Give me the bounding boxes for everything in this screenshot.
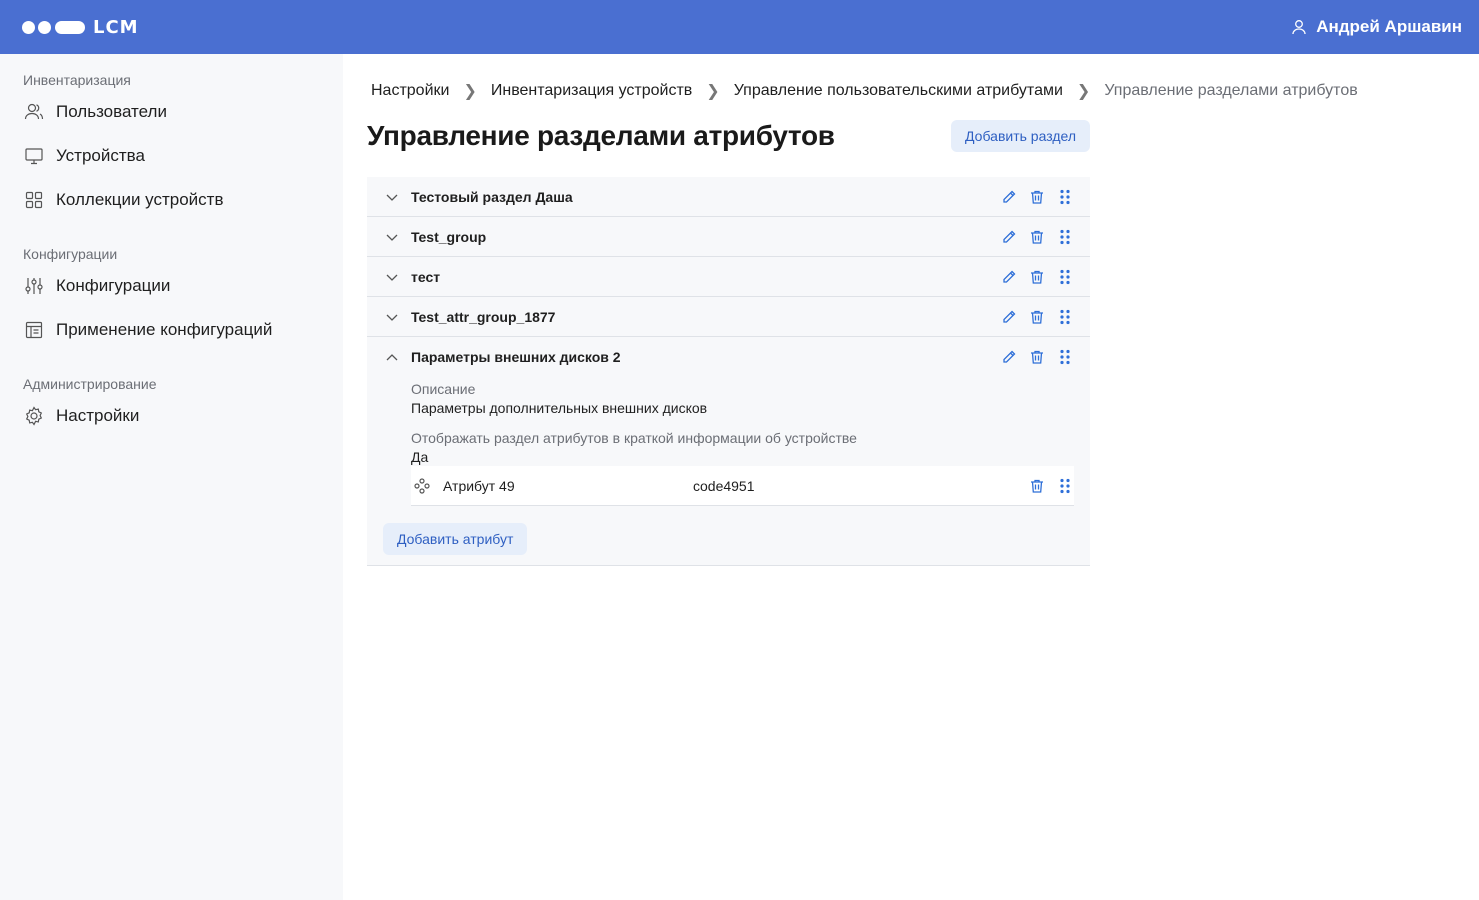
drag-handle-icon[interactable] [1057,478,1073,494]
logo-dot [38,20,51,34]
row-actions [1001,229,1073,245]
breadcrumb-current: Управление разделами атрибутов [1104,82,1358,99]
attribute-icon [414,477,430,494]
title-row: Управление разделами атрибутов Добавить … [367,120,1090,152]
attribute-name: Атрибут 49 [443,477,515,494]
drag-handle-icon[interactable] [1057,309,1073,325]
logo-pill [55,20,85,34]
trash-icon[interactable] [1029,229,1045,245]
main-content: Настройки ❯ Инвентаризация устройств ❯ У… [367,54,1467,566]
trash-icon[interactable] [1029,309,1045,325]
chevron-down-icon[interactable] [384,189,400,205]
user-icon [1292,20,1306,35]
chevron-right-icon: ❯ [706,83,720,100]
show-in-summary-value: Да [411,449,429,465]
user-menu[interactable]: Андрей Аршавин [1291,17,1462,37]
top-bar: LCM Андрей Аршавин [0,0,1479,54]
trash-icon[interactable] [1029,349,1045,365]
section-name: Параметры внешних дисков 2 [411,349,621,365]
sidebar-item-label: Устройства [56,146,145,165]
breadcrumb: Настройки ❯ Инвентаризация устройств ❯ У… [371,81,1467,101]
user-name: Андрей Аршавин [1316,17,1462,36]
edit-icon[interactable] [1001,269,1017,285]
chevron-down-icon[interactable] [384,229,400,245]
drag-handle-icon[interactable] [1057,269,1073,285]
sidebar-item-label: Коллекции устройств [56,190,224,209]
edit-icon[interactable] [1001,229,1017,245]
sidebar: Инвентаризация Пользователи Устройства К… [0,54,343,900]
chevron-right-icon: ❯ [1076,83,1091,100]
section-details: Описание Параметры дополнительных внешни… [367,381,1090,465]
add-section-button[interactable]: Добавить раздел [951,120,1090,152]
drag-handle-icon[interactable] [1057,189,1073,205]
row-actions [1001,349,1073,365]
sidebar-item-configurations[interactable]: Конфигурации [0,264,343,308]
sidebar-section-title: Администрирование [23,376,157,392]
section-row[interactable]: Test_group [367,217,1090,257]
attribute-row[interactable]: Атрибут 49 code4951 [411,466,1074,506]
trash-icon[interactable] [1029,269,1045,285]
section-name: Тестовый раздел Даша [411,188,573,205]
section-expanded: Параметры внешних дисков 2 Описание Пара… [367,337,1090,566]
monitor-icon [25,148,43,165]
sidebar-item-label: Пользователи [56,102,167,121]
chevron-up-icon[interactable] [384,349,400,365]
sidebar-item-users[interactable]: Пользователи [0,90,343,134]
row-actions [1001,269,1073,285]
section-name: тест [411,268,441,285]
trash-icon[interactable] [1029,189,1045,205]
logo-dot [22,20,35,34]
drag-handle-icon[interactable] [1057,229,1073,245]
attribute-code: code4951 [693,477,755,494]
description-label: Описание [411,381,476,397]
sections-list: Тестовый раздел Даша Test_group тест Tes… [367,177,1090,566]
breadcrumb-link[interactable]: Управление пользовательскими атрибутами [734,82,1063,100]
page-title: Управление разделами атрибутов [367,120,835,151]
edit-icon[interactable] [1001,349,1017,365]
edit-icon[interactable] [1001,309,1017,325]
sidebar-item-apply-configurations[interactable]: Применение конфигураций [0,308,343,352]
drag-handle-icon[interactable] [1057,349,1073,365]
sidebar-item-label: Настройки [56,406,140,425]
sliders-icon [25,278,43,294]
section-row[interactable]: тест [367,257,1090,297]
chevron-down-icon[interactable] [384,269,400,285]
sidebar-item-settings[interactable]: Настройки [0,394,343,438]
grid-icon [25,191,43,209]
section-name: Test_group [411,228,487,245]
section-name: Test_attr_group_1877 [411,308,556,325]
sidebar-item-collections[interactable]: Коллекции устройств [0,178,343,222]
section-row[interactable]: Тестовый раздел Даша [367,177,1090,217]
section-row[interactable]: Test_attr_group_1877 [367,297,1090,337]
sidebar-item-label: Применение конфигураций [56,320,273,339]
gear-icon [25,406,43,426]
users-icon [24,103,44,120]
row-actions [1029,478,1073,494]
sidebar-section-title: Инвентаризация [23,72,131,88]
edit-icon[interactable] [1001,189,1017,205]
sidebar-section-title: Конфигурации [23,246,118,262]
chevron-down-icon[interactable] [384,309,400,325]
trash-icon[interactable] [1029,478,1045,494]
breadcrumb-link[interactable]: Инвентаризация устройств [491,82,692,100]
add-attribute-button[interactable]: Добавить атрибут [383,523,528,555]
section-row[interactable]: Параметры внешних дисков 2 [367,337,1090,377]
show-in-summary-label: Отображать раздел атрибутов в краткой ин… [411,430,857,446]
breadcrumb-link[interactable]: Настройки [371,82,449,100]
sidebar-item-devices[interactable]: Устройства [0,134,343,178]
chevron-right-icon: ❯ [463,83,477,100]
sidebar-item-label: Конфигурации [56,276,171,295]
logo-text: LCM [93,16,139,38]
layout-icon [25,321,43,339]
row-actions [1001,309,1073,325]
description-value: Параметры дополнительных внешних дисков [411,400,708,416]
row-actions [1001,189,1073,205]
logo[interactable]: LCM [22,17,139,38]
